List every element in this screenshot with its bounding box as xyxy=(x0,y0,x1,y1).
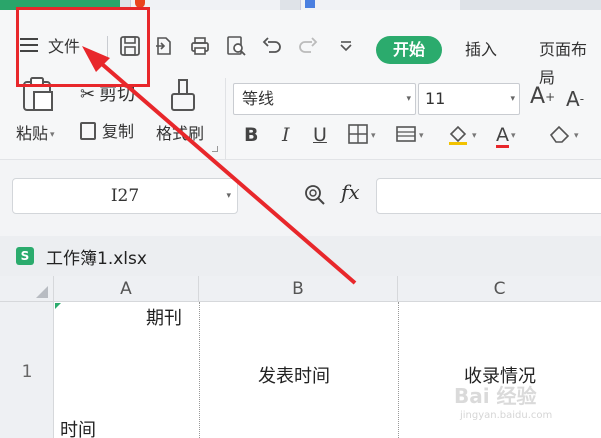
font-name-value: 等线 xyxy=(242,89,275,108)
format-painter-icon[interactable] xyxy=(168,76,200,116)
document-tab-strip[interactable] xyxy=(130,0,280,10)
watermark-url: jingyan.baidu.com xyxy=(460,410,553,421)
italic-icon[interactable]: I xyxy=(282,122,290,148)
copy-label: 复制 xyxy=(102,122,135,141)
clipboard-group-launcher[interactable] xyxy=(212,146,218,152)
name-box-value: I27 xyxy=(110,186,140,206)
borders-icon[interactable]: ▾ xyxy=(347,122,376,148)
name-box-dropdown-icon[interactable]: ▾ xyxy=(226,179,231,213)
row-header-1[interactable]: 1 xyxy=(0,362,54,382)
doc-app-icon-2 xyxy=(305,0,315,8)
name-box[interactable]: I27 ▾ xyxy=(12,178,238,214)
annotation-highlight-box xyxy=(16,7,150,87)
formula-input[interactable] xyxy=(376,178,601,214)
column-header-c[interactable]: C xyxy=(398,276,601,302)
bold-icon[interactable]: B xyxy=(244,122,258,148)
decrease-font-size-icon[interactable]: A- xyxy=(566,86,584,112)
cut-label: 剪切 xyxy=(99,84,136,105)
tab-start[interactable]: 开始 xyxy=(376,36,442,64)
workbook-name: 工作簿1.xlsx xyxy=(46,249,147,269)
column-header-row: A B C xyxy=(0,276,601,302)
increase-font-size-icon[interactable]: A+ xyxy=(530,84,555,110)
cell-a1-bottom-text[interactable]: 时间 xyxy=(60,416,96,438)
cell-a1-top-text[interactable]: 期刊 xyxy=(146,304,182,330)
font-size-select[interactable]: 11 ▾ xyxy=(418,83,520,115)
customize-quick-access-icon[interactable] xyxy=(334,34,358,58)
scissors-icon: ✂ xyxy=(80,84,96,105)
font-size-dropdown-icon[interactable]: ▾ xyxy=(510,84,515,114)
column-divider xyxy=(199,302,200,438)
select-all-icon xyxy=(36,286,48,298)
group-separator xyxy=(225,78,226,166)
tab-page-layout[interactable]: 页面布局 xyxy=(539,36,601,87)
column-divider xyxy=(398,302,399,438)
cell-b1[interactable]: 发表时间 xyxy=(258,362,330,388)
font-name-dropdown-icon[interactable]: ▾ xyxy=(406,84,411,114)
spreadsheet-app: 文件 开始 插入 页面布局 粘贴 ▾ ✂ 剪切 复制 格式刷 等线 ▾ 11 ▾… xyxy=(0,0,601,438)
print-preview-icon[interactable] xyxy=(224,34,248,58)
zoom-search-icon[interactable] xyxy=(304,184,326,206)
row-header-column: 1 xyxy=(0,302,54,438)
table-style-icon[interactable]: ▾ xyxy=(395,122,424,148)
select-all-corner[interactable] xyxy=(0,276,54,302)
copy-button[interactable]: 复制 xyxy=(80,118,134,142)
copy-icon xyxy=(80,122,96,140)
clear-format-icon[interactable]: ▾ xyxy=(548,122,579,148)
column-header-a[interactable]: A xyxy=(54,276,199,302)
insert-function-button[interactable]: fx xyxy=(341,180,360,204)
font-color-icon[interactable]: A ▾ xyxy=(496,122,516,148)
column-header-b[interactable]: B xyxy=(199,276,398,302)
fill-color-icon[interactable]: ▾ xyxy=(446,122,477,148)
spreadsheet-icon: S xyxy=(16,247,34,265)
paste-label: 粘贴 xyxy=(16,124,49,143)
tab-insert[interactable]: 插入 xyxy=(465,36,497,64)
workbook-tab[interactable]: S 工作簿1.xlsx xyxy=(0,236,601,276)
format-painter-button[interactable]: 格式刷 xyxy=(156,120,204,144)
document-tab-strip-2[interactable] xyxy=(300,0,460,10)
watermark: Bai 经验 xyxy=(454,384,537,408)
underline-icon[interactable]: U xyxy=(313,122,327,148)
output-icon[interactable] xyxy=(152,34,176,58)
paste-dropdown-icon[interactable]: ▾ xyxy=(50,130,55,140)
print-icon[interactable] xyxy=(188,34,212,58)
undo-icon[interactable] xyxy=(260,34,284,58)
formula-bar: I27 ▾ fx xyxy=(0,160,601,236)
redo-icon[interactable] xyxy=(296,34,320,58)
font-size-value: 11 xyxy=(425,89,446,108)
font-name-select[interactable]: 等线 ▾ xyxy=(233,83,416,115)
paste-button[interactable]: 粘贴 ▾ xyxy=(16,120,55,144)
cell-indicator xyxy=(55,303,61,309)
